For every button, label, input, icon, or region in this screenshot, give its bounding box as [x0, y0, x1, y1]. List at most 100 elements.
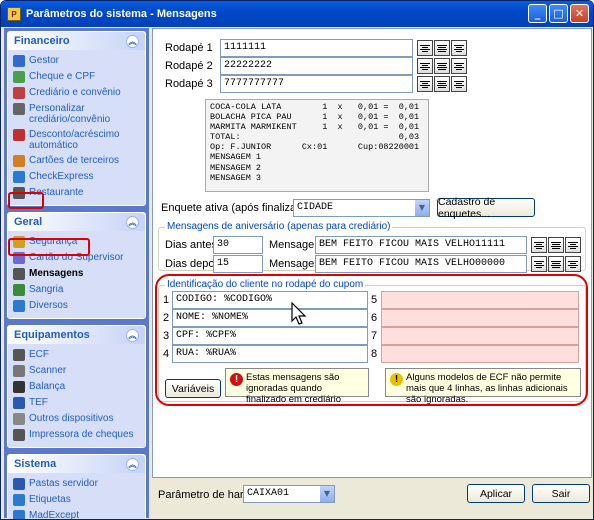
server-folders-icon — [13, 478, 25, 490]
align-line — [570, 247, 576, 249]
group-header-equipamentos[interactable]: Equipamentos ︽ — [8, 326, 145, 344]
sidebar-item[interactable]: Diversos — [13, 298, 141, 314]
align-left-button[interactable] — [417, 58, 433, 74]
align-line — [454, 62, 464, 64]
align-buttons-msg2 — [531, 256, 581, 272]
exit-button[interactable]: Sair — [532, 484, 590, 503]
align-line — [420, 48, 430, 50]
sidebar-item[interactable]: ECF — [13, 347, 141, 363]
sidebar-item[interactable]: Sangria — [13, 282, 141, 298]
align-right-button[interactable] — [565, 256, 581, 272]
align-right-button[interactable] — [565, 237, 581, 253]
sidebar-item[interactable]: Pastas servidor — [13, 476, 141, 492]
chevron-down-icon[interactable]: ▼ — [414, 200, 429, 216]
align-line — [422, 82, 428, 84]
sidebar-item[interactable]: Etiquetas — [13, 492, 141, 508]
align-line — [551, 245, 561, 247]
align-line — [438, 46, 446, 48]
sidebar-item-label: Diversos — [29, 300, 68, 311]
align-left-button[interactable] — [531, 237, 547, 253]
hardware-select[interactable]: CAIXA01 ▼ — [243, 485, 335, 503]
credit-card-icon — [13, 87, 25, 99]
highlight-identificacao — [155, 274, 588, 406]
align-left-button[interactable] — [417, 76, 433, 92]
align-line — [456, 82, 462, 84]
rodape-input[interactable]: 22222222 — [220, 57, 413, 75]
gestor-icon — [13, 55, 25, 67]
sidebar-item[interactable]: Personalizar crediário/convênio — [13, 101, 141, 127]
maximize-button[interactable]: □ — [549, 4, 568, 23]
align-center-button[interactable] — [548, 237, 564, 253]
rodape-label: Rodapé 3 — [165, 78, 213, 90]
align-left-button[interactable] — [531, 256, 547, 272]
align-line — [456, 68, 462, 70]
sidebar-item[interactable]: Balança — [13, 379, 141, 395]
aniversario-legend: Mensagens de aniversário (apenas para cr… — [165, 221, 393, 232]
collapse-chevron-icon[interactable]: ︽ — [126, 215, 139, 229]
mouse-cursor-icon — [291, 302, 307, 325]
align-center-button[interactable] — [434, 76, 450, 92]
window-title: Parâmetros do sistema - Mensagens — [26, 8, 217, 20]
rodape-label: Rodapé 2 — [165, 60, 213, 72]
aniversario-msg1-input[interactable]: BEM FEITO FICOU MAIS VELHO11111 — [315, 236, 527, 254]
dias-antes-input[interactable]: 30 — [213, 236, 263, 254]
align-line — [570, 243, 576, 245]
align-line — [570, 266, 576, 268]
group-body: Gestor Cheque e CPF Crediário e convênio Pe… — [8, 50, 145, 205]
group-body: ECF Scanner Balança TEF Outros dispositivos I… — [8, 344, 145, 447]
align-right-button[interactable] — [451, 58, 467, 74]
collapse-chevron-icon[interactable]: ︽ — [126, 457, 139, 471]
align-center-button[interactable] — [434, 40, 450, 56]
sidebar-item[interactable]: Crediário e convênio — [13, 85, 141, 101]
sidebar-item[interactable]: MadExcept — [13, 508, 141, 519]
align-right-button[interactable] — [451, 76, 467, 92]
align-line — [536, 266, 542, 268]
chevron-down-icon[interactable]: ▼ — [319, 486, 334, 502]
sidebar-item[interactable]: Desconto/acréscimo automático — [13, 127, 141, 153]
align-center-button[interactable] — [434, 58, 450, 74]
group-header-geral[interactable]: Geral ︽ — [8, 213, 145, 231]
cadastro-enquetes-button[interactable]: Cadastro de enquetes... — [437, 196, 535, 220]
sidebar-item[interactable]: Cheque e CPF — [13, 69, 141, 85]
minimize-button[interactable]: _ — [528, 4, 547, 23]
rodape-input[interactable]: 7777777777 — [220, 75, 413, 93]
align-line — [422, 68, 428, 70]
apply-button[interactable]: Aplicar — [467, 484, 525, 503]
sidebar-item[interactable]: Cartões de terceiros — [13, 153, 141, 169]
align-center-button[interactable] — [548, 256, 564, 272]
align-left-button[interactable] — [417, 40, 433, 56]
collapse-chevron-icon[interactable]: ︽ — [126, 34, 139, 48]
collapse-chevron-icon[interactable]: ︽ — [126, 328, 139, 342]
title-bar[interactable]: P Parâmetros do sistema - Mensagens _ □ … — [1, 1, 593, 27]
rodape-input[interactable]: 1111111 — [220, 39, 413, 57]
sidebar-item-label: Etiquetas — [29, 494, 71, 505]
align-line — [454, 84, 464, 86]
close-button[interactable]: ✕ — [570, 4, 589, 23]
aniversario-msg2-input[interactable]: BEM FEITO FICOU MAIS VELHO00000 — [315, 255, 527, 273]
align-right-button[interactable] — [451, 40, 467, 56]
enquete-select[interactable]: CIDADE ▼ — [293, 199, 430, 217]
sidebar-item[interactable]: Impressora de cheques — [13, 427, 141, 443]
main-window: P Parâmetros do sistema - Mensagens _ □ … — [0, 0, 594, 520]
sidebar-item[interactable]: Gestor — [13, 53, 141, 69]
sidebar-item[interactable]: Outros dispositivos — [13, 411, 141, 427]
sidebar-item-label: Cartões de terceiros — [29, 155, 120, 166]
group-sistema: Sistema ︽ Pastas servidor Etiquetas MadExc… — [7, 454, 146, 519]
discount-icon — [13, 129, 25, 141]
sidebar-item[interactable]: CheckExpress — [13, 169, 141, 185]
sidebar-item[interactable]: Mensagens — [13, 266, 141, 282]
align-line — [568, 241, 578, 243]
align-line — [420, 44, 430, 46]
align-line — [456, 50, 462, 52]
align-line — [422, 86, 428, 88]
sidebar-item[interactable]: TEF — [13, 395, 141, 411]
align-line — [551, 241, 561, 243]
dias-depois-input[interactable]: 15 — [213, 255, 263, 273]
align-line — [454, 80, 464, 82]
align-line — [437, 84, 447, 86]
align-line — [570, 262, 576, 264]
sidebar-item[interactable]: Scanner — [13, 363, 141, 379]
group-header-financeiro[interactable]: Financeiro ︽ — [8, 32, 145, 50]
labels-icon — [13, 494, 25, 506]
group-header-sistema[interactable]: Sistema ︽ — [8, 455, 145, 473]
